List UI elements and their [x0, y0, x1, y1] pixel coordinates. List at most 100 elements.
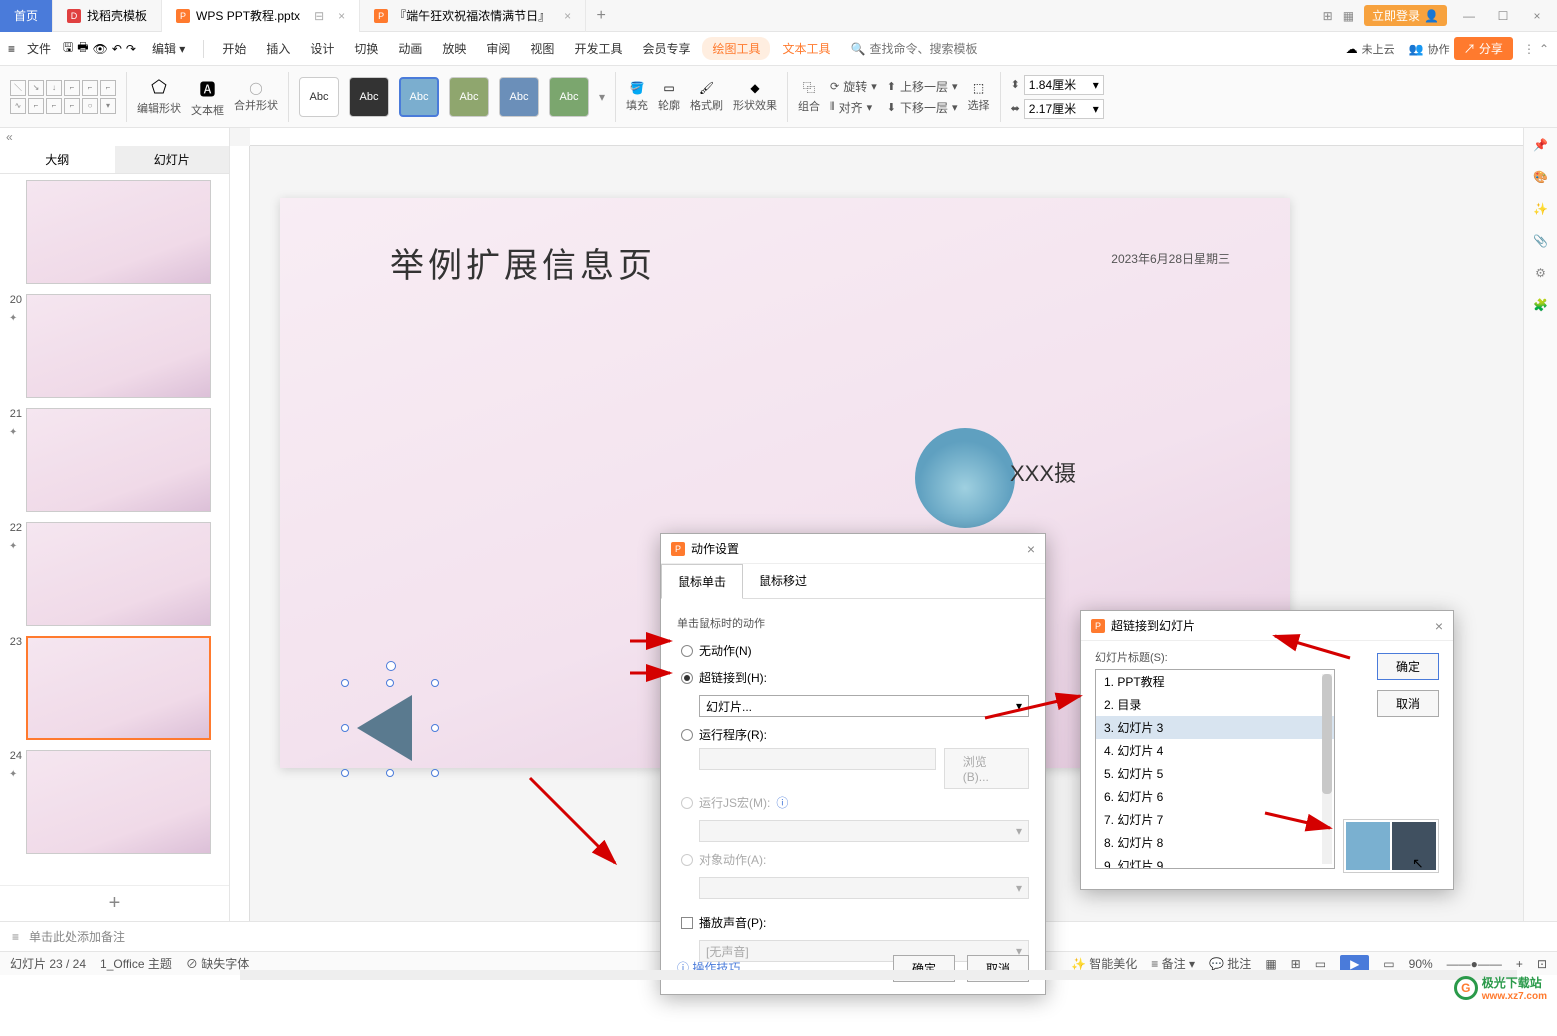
command-search-input[interactable] [869, 42, 999, 56]
up-layer-button[interactable]: ⬆ 上移一层 ▾ [887, 78, 958, 95]
checkbox-sound[interactable]: 播放声音(P): [677, 909, 1029, 936]
apps-icon[interactable]: ▦ [1343, 9, 1354, 23]
line-gallery[interactable]: ＼↘↓⌐⌐⌐ ∿⌐⌐⌐○▾ [10, 80, 116, 114]
close-icon[interactable]: × [1027, 541, 1035, 557]
collapse-ribbon-icon[interactable]: ⌃ [1539, 42, 1549, 56]
selected-shape[interactable] [345, 683, 435, 773]
menu-slideshow[interactable]: 放映 [434, 36, 474, 61]
zoom-level[interactable]: 90% [1409, 957, 1433, 971]
radio-hyperlink[interactable]: 超链接到(H): [677, 664, 1029, 691]
menu-transition[interactable]: 切换 [346, 36, 386, 61]
qat-print-icon[interactable]: 🖶 [77, 38, 88, 59]
edit-shape-button[interactable]: ⬠编辑形状 [137, 77, 181, 116]
shape-style-2[interactable]: Abc [349, 77, 389, 117]
slide-thumb[interactable]: ✦ [26, 294, 211, 398]
close-icon[interactable]: × [1435, 618, 1443, 634]
hyperlink-combo[interactable]: 幻灯片...▾ [699, 695, 1029, 717]
view-normal-icon[interactable]: ▦ [1265, 957, 1276, 971]
shape-effects-button[interactable]: ◆形状效果 [733, 81, 777, 113]
slide-thumb[interactable]: ✦ [26, 522, 211, 626]
outline-button[interactable]: ▭轮廓 [658, 81, 680, 113]
menu-text-tool[interactable]: 文本工具 [774, 36, 838, 61]
collab-icon[interactable]: 👥 [1409, 42, 1424, 56]
thumbnail-list[interactable]: 20✦ 21✦ 22✦ 23 24✦ [0, 174, 229, 885]
slide-thumb[interactable]: ✦ [26, 408, 211, 512]
theme-indicator[interactable]: 1_Office 主题 [100, 955, 172, 972]
shape-style-3[interactable]: Abc [399, 77, 439, 117]
collapse-icon[interactable]: « [6, 130, 13, 144]
list-item[interactable]: 5. 幻灯片 5 [1096, 762, 1334, 785]
close-button[interactable]: × [1525, 9, 1549, 23]
magic-icon[interactable]: ✨ [1533, 202, 1548, 216]
zoom-in-icon[interactable]: + [1516, 957, 1523, 971]
view-reading-icon[interactable]: ▭ [1315, 957, 1326, 971]
menu-file[interactable]: 文件 [19, 36, 59, 61]
share-button[interactable]: ↗ 分享 [1454, 37, 1513, 60]
zoom-out-icon[interactable]: ▭ [1383, 957, 1394, 971]
tab-mouse-hover[interactable]: 鼠标移过 [743, 564, 823, 598]
palette-icon[interactable]: 🎨 [1533, 170, 1548, 184]
fit-icon[interactable]: ⊡ [1537, 957, 1547, 971]
tab-home[interactable]: 首页 [0, 0, 53, 32]
minimize-button[interactable]: — [1457, 9, 1481, 23]
menu-start[interactable]: 开始 [214, 36, 254, 61]
list-item-selected[interactable]: 3. 幻灯片 3 [1096, 716, 1334, 739]
list-item[interactable]: 4. 幻灯片 4 [1096, 739, 1334, 762]
combine-button[interactable]: ⿻组合 [798, 79, 820, 114]
image-circle-1[interactable] [915, 428, 1015, 528]
tab-current-file[interactable]: PWPS PPT教程.pptx⊟× [162, 0, 360, 32]
shape-style-1[interactable]: Abc [299, 77, 339, 117]
tab-mouse-click[interactable]: 鼠标单击 [661, 564, 743, 599]
new-tab-button[interactable]: + [586, 7, 616, 25]
puzzle-icon[interactable]: 🧩 [1533, 298, 1548, 312]
shape-style-6[interactable]: Abc [549, 77, 589, 117]
radio-run[interactable]: 运行程序(R): [677, 721, 1029, 748]
menu-member[interactable]: 会员专享 [634, 36, 698, 61]
add-slide-button[interactable]: + [0, 885, 229, 921]
menu-animation[interactable]: 动画 [390, 36, 430, 61]
maximize-button[interactable]: ☐ [1491, 9, 1515, 23]
view-sorter-icon[interactable]: ⊞ [1291, 957, 1301, 971]
list-item[interactable]: 2. 目录 [1096, 693, 1334, 716]
fill-button[interactable]: 🪣填充 [626, 81, 648, 113]
grid-icon[interactable]: ⊞ [1323, 9, 1333, 23]
menu-insert[interactable]: 插入 [258, 36, 298, 61]
rotate-button[interactable]: ⟳ 旋转 ▾ [830, 78, 877, 95]
qat-undo-icon[interactable]: ↶ [112, 42, 122, 56]
cloud-icon[interactable]: ☁ [1346, 42, 1358, 56]
menu-review[interactable]: 审阅 [478, 36, 518, 61]
menu-draw-tool[interactable]: 绘图工具 [702, 37, 770, 60]
list-item[interactable]: 6. 幻灯片 6 [1096, 785, 1334, 808]
textbox-button[interactable]: 🅰文本框 [191, 76, 224, 118]
menu-view[interactable]: 视图 [522, 36, 562, 61]
zoom-slider[interactable]: ——●—— [1447, 957, 1502, 971]
qat-preview-icon[interactable]: 👁 [93, 42, 108, 56]
menu-design[interactable]: 设计 [302, 36, 342, 61]
menu-devtools[interactable]: 开发工具 [566, 36, 630, 61]
more-icon[interactable]: ⋮ [1523, 42, 1535, 56]
cancel-button[interactable]: 取消 [1377, 690, 1439, 717]
list-item[interactable]: 7. 幻灯片 7 [1096, 808, 1334, 831]
horizontal-scrollbar[interactable] [240, 970, 1517, 980]
outline-tab-slides[interactable]: 幻灯片 [115, 146, 230, 173]
close-icon[interactable]: × [338, 9, 345, 23]
width-input[interactable]: 2.17厘米▾ [1024, 99, 1104, 119]
close-icon[interactable]: × [564, 9, 571, 23]
qat-redo-icon[interactable]: ↷ [126, 42, 136, 56]
shape-style-5[interactable]: Abc [499, 77, 539, 117]
ok-button[interactable]: 确定 [1377, 653, 1439, 680]
down-layer-button[interactable]: ⬇ 下移一层 ▾ [887, 99, 958, 116]
slide-thumb[interactable]: ✦ [26, 750, 211, 854]
list-item[interactable]: 9. 幻灯片 9 [1096, 854, 1334, 869]
close-icon[interactable]: ⊟ [314, 9, 324, 23]
list-item[interactable]: 8. 幻灯片 8 [1096, 831, 1334, 854]
select-button[interactable]: ⬚选择 [968, 81, 990, 113]
shape-style-4[interactable]: Abc [449, 77, 489, 117]
align-button[interactable]: ⫴ 对齐 ▾ [830, 99, 877, 116]
outline-tab-outline[interactable]: 大纲 [0, 146, 115, 173]
radio-none[interactable]: 无动作(N) [677, 637, 1029, 664]
style-more-icon[interactable]: ▾ [599, 90, 605, 104]
scrollbar-thumb[interactable] [1322, 674, 1332, 794]
hamburger-icon[interactable]: ≡ [8, 42, 15, 56]
login-button[interactable]: 立即登录👤 [1364, 5, 1447, 26]
